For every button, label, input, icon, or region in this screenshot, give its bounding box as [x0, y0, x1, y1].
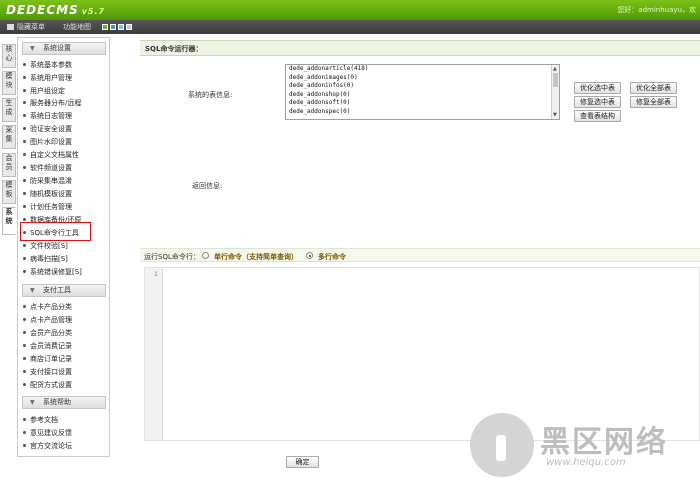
- menu-item[interactable]: 图片水印设置: [23, 136, 72, 148]
- menu-item[interactable]: 服务器分布/远程: [23, 97, 81, 109]
- menu-item[interactable]: 会员消费记录: [23, 340, 72, 352]
- sql-tool-highlight: [20, 222, 91, 241]
- app-header: DEDECMS v5.7 您好：adminhuayu，欢: [0, 0, 700, 20]
- list-item[interactable]: dede_addonspec(0): [286, 108, 559, 117]
- menu-item[interactable]: 参考文档: [23, 414, 58, 426]
- repair-all-button[interactable]: 修复全部表: [630, 96, 677, 108]
- menu-item[interactable]: 配货方式设置: [23, 379, 72, 391]
- watermark-title: 黑区网络: [540, 425, 668, 460]
- optimize-selected-button[interactable]: 优化选中表: [574, 82, 621, 94]
- scrollbar-thumb[interactable]: [553, 73, 558, 87]
- scroll-up-icon[interactable]: ▲: [553, 66, 557, 72]
- section-system-help[interactable]: ▼ 系统帮助: [22, 396, 106, 409]
- menu-item[interactable]: 随机模板设置: [23, 188, 72, 200]
- user-info: 您好：adminhuayu，欢: [617, 6, 696, 14]
- menu-item[interactable]: 官方交流论坛: [23, 440, 72, 452]
- tab-generate[interactable]: 生成: [2, 98, 16, 122]
- single-cmd-label: 单行命令（支持简单查询）: [214, 253, 298, 261]
- sql-command-bar: 运行SQL命令行： 单行命令（支持简单查询） 多行命令: [140, 248, 700, 262]
- list-item[interactable]: dede_addonsoft(0): [286, 99, 559, 108]
- dedecms-logo[interactable]: DEDECMS v5.7: [6, 3, 105, 17]
- menu-item[interactable]: 系统用户管理: [23, 72, 72, 84]
- list-item[interactable]: dede_addonimages(0): [286, 74, 559, 83]
- menu-item[interactable]: 病毒扫描[S]: [23, 253, 68, 265]
- ok-button[interactable]: 确定: [286, 456, 319, 468]
- listbox-scrollbar[interactable]: ▲ ▼: [551, 65, 559, 119]
- list-item[interactable]: dede_addoninfos(0): [286, 82, 559, 91]
- menu-item[interactable]: 会员产品分类: [23, 327, 72, 339]
- list-item[interactable]: dede_addonshop(0): [286, 91, 559, 100]
- watermark-url: www.heiqu.com: [546, 457, 626, 468]
- tables-listbox[interactable]: dede_addonarticle(418) dede_addonimages(…: [285, 64, 560, 120]
- hide-menu-link[interactable]: 隐藏菜单: [7, 22, 45, 32]
- tab-templates[interactable]: 模板: [2, 180, 16, 204]
- menu-icon: [7, 24, 14, 30]
- chevron-down-icon: ▼: [30, 45, 35, 52]
- result-label: 返回信息:: [192, 182, 223, 190]
- optimize-all-button[interactable]: 优化全部表: [630, 82, 677, 94]
- chevron-down-icon: ▼: [30, 287, 35, 294]
- page-title-bar: SQL命令运行器：: [140, 40, 700, 56]
- menu-item[interactable]: 商店订单记录: [23, 353, 72, 365]
- multi-cmd-radio[interactable]: [306, 252, 313, 259]
- chevron-down-icon: ▼: [30, 399, 35, 406]
- tab-core[interactable]: 核心: [2, 44, 16, 68]
- page-title: SQL命令运行器：: [145, 45, 203, 53]
- tab-collect[interactable]: 采集: [2, 125, 16, 149]
- menu-item[interactable]: 系统基本参数: [23, 59, 72, 71]
- menu-item[interactable]: 系统日志管理: [23, 110, 72, 122]
- left-menu: ▼ 系统设置 系统基本参数 系统用户管理 用户组设定 服务器分布/远程 系统日志管…: [17, 37, 110, 457]
- menu-item[interactable]: 验证安全设置: [23, 123, 72, 135]
- section-payment-tools[interactable]: ▼ 支付工具: [22, 284, 106, 297]
- skin-blue-button[interactable]: [110, 24, 116, 30]
- tab-modules[interactable]: 模块: [2, 71, 16, 95]
- skin-gray-button[interactable]: [126, 24, 132, 30]
- tables-label: 系统的表信息:: [188, 91, 233, 99]
- section-system-settings[interactable]: ▼ 系统设置: [22, 42, 106, 55]
- menu-item[interactable]: 计划任务管理: [23, 201, 72, 213]
- skin-lightblue-button[interactable]: [118, 24, 124, 30]
- watermark-logo-icon: [470, 413, 534, 477]
- menu-item[interactable]: 支付接口设置: [23, 366, 72, 378]
- single-cmd-radio[interactable]: [202, 252, 209, 259]
- multi-cmd-label: 多行命令: [318, 253, 346, 261]
- menu-item[interactable]: 文件校验[S]: [23, 240, 68, 252]
- cmd-label: 运行SQL命令行：: [144, 253, 200, 261]
- menu-item[interactable]: 防采集串混淆: [23, 175, 72, 187]
- menu-item[interactable]: 意见建议反馈: [23, 427, 72, 439]
- tab-members[interactable]: 会员: [2, 153, 16, 177]
- sitemap-link[interactable]: 功能地图: [63, 22, 91, 32]
- tab-system[interactable]: 系统: [2, 207, 16, 235]
- menu-item[interactable]: 点卡产品分类: [23, 301, 72, 313]
- menu-item[interactable]: 点卡产品管理: [23, 314, 72, 326]
- scroll-down-icon[interactable]: ▼: [553, 112, 557, 118]
- list-item[interactable]: dede_addonarticle(418): [286, 65, 559, 74]
- view-structure-button[interactable]: 查看表结构: [574, 110, 621, 122]
- menu-item[interactable]: 用户组设定: [23, 85, 65, 97]
- top-nav-bar: 隐藏菜单 功能地图: [0, 20, 700, 34]
- menu-item[interactable]: 系统错误修复[S]: [23, 266, 82, 278]
- watermark: 黑区网络 www.heiqu.com: [470, 413, 700, 482]
- repair-selected-button[interactable]: 修复选中表: [574, 96, 621, 108]
- menu-item[interactable]: 自定义文档属性: [23, 149, 79, 161]
- line-number: 1: [154, 271, 158, 278]
- line-gutter: 1: [145, 268, 163, 440]
- menu-item[interactable]: 软件频道设置: [23, 162, 72, 174]
- skin-green-button[interactable]: [102, 24, 108, 30]
